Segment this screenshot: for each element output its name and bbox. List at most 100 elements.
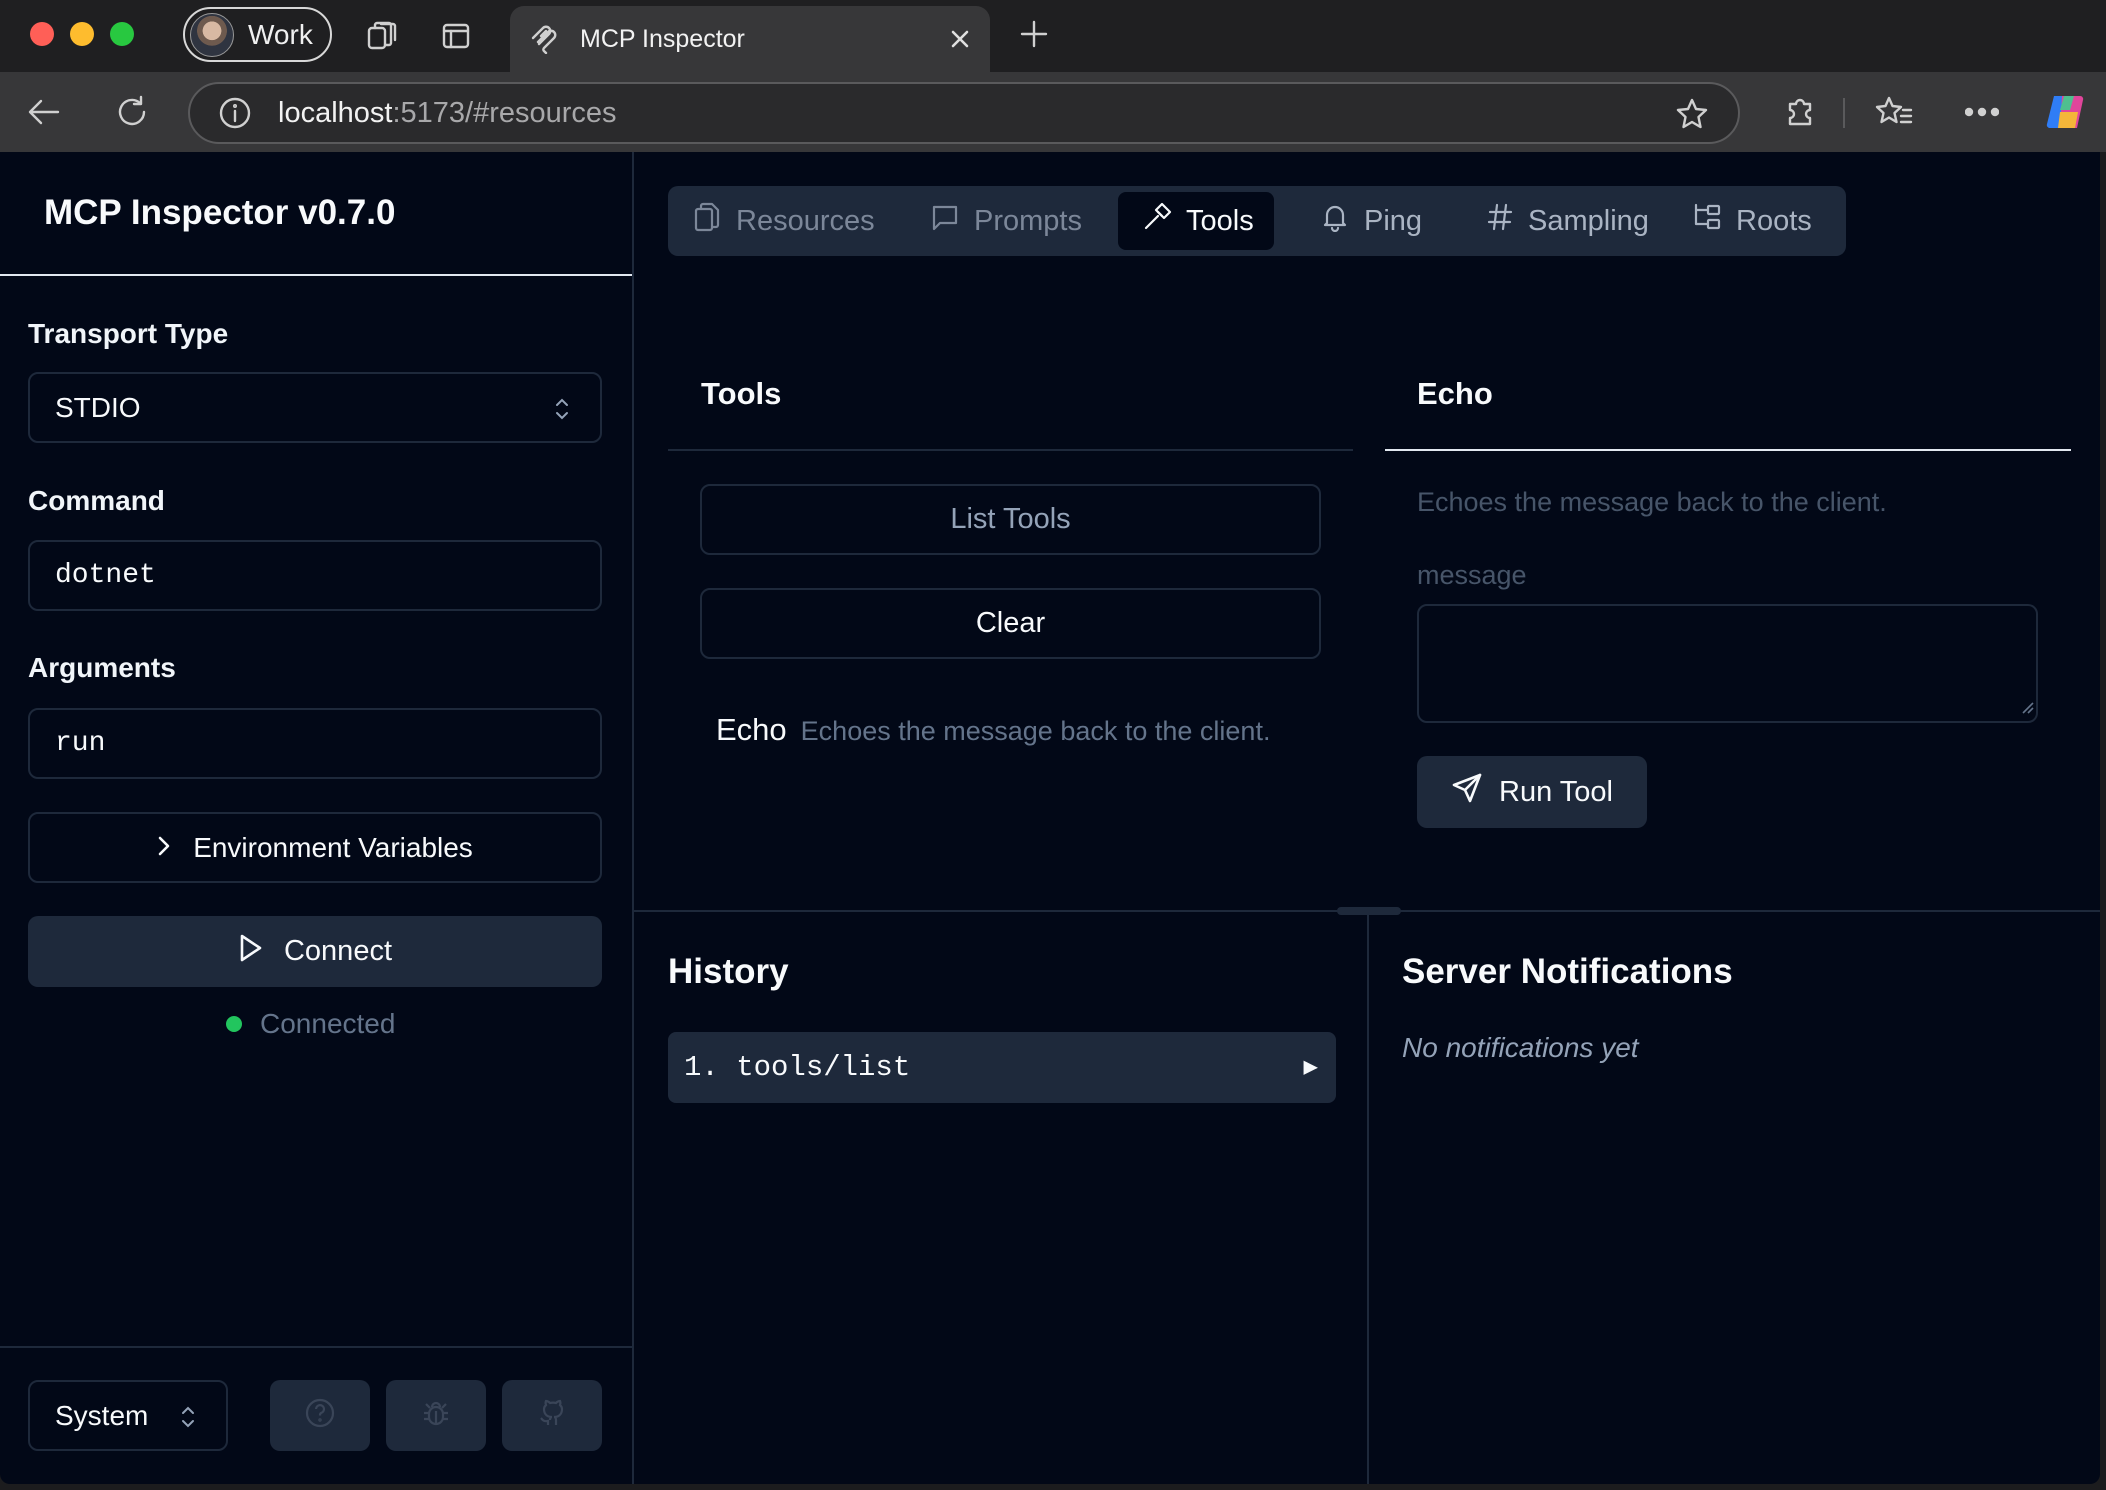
tab-label: Roots: [1736, 204, 1812, 237]
command-value: dotnet: [55, 560, 156, 591]
toolbar-divider: [1843, 98, 1845, 128]
profile-label: Work: [248, 18, 313, 50]
history-title: History: [668, 952, 789, 991]
inspector-app: MCP Inspector v0.7.0 Transport Type STDI…: [0, 152, 2100, 1484]
history-item-label: 1. tools/list: [684, 1051, 911, 1084]
favorite-star-icon[interactable]: [1674, 96, 1710, 132]
tab-prompts[interactable]: Prompts: [906, 192, 1102, 250]
github-button[interactable]: [502, 1380, 602, 1451]
bell-icon: [1320, 202, 1350, 240]
workspaces-icon[interactable]: [362, 16, 402, 56]
transport-type-label: Transport Type: [28, 318, 229, 349]
tab-tools[interactable]: Tools: [1118, 192, 1274, 250]
tab-label: Prompts: [974, 204, 1082, 237]
theme-value: System: [55, 1399, 149, 1431]
status-dot: [226, 1016, 242, 1032]
command-input[interactable]: dotnet: [28, 540, 602, 611]
tab-label: Tools: [1186, 204, 1254, 237]
tool-name: Echo: [716, 712, 787, 747]
browser-toolbar: localhost:5173/#resources: [0, 72, 2106, 152]
empty-notifications-text: No notifications yet: [1402, 1032, 1639, 1063]
help-circle-icon: [304, 1397, 336, 1434]
panel-resize-handle[interactable]: [1337, 907, 1401, 915]
tool-description: Echoes the message back to the client.: [1417, 487, 1887, 517]
sidebar: MCP Inspector v0.7.0 Transport Type STDI…: [0, 152, 634, 1484]
main-tabs: Resources Prompts Tools Ping Sampling Ro…: [668, 186, 1846, 256]
send-icon: [1451, 772, 1483, 812]
site-info-icon[interactable]: [218, 96, 252, 130]
transport-type-select[interactable]: STDIO: [28, 372, 602, 443]
transport-type-value: STDIO: [55, 391, 141, 423]
close-tab-icon[interactable]: [944, 23, 976, 55]
connect-label: Connect: [283, 935, 392, 967]
tools-panel-title: Tools: [701, 376, 782, 411]
list-tools-label: List Tools: [950, 503, 1071, 535]
chevrons-up-down-icon: [554, 396, 570, 429]
hash-icon: [1486, 202, 1514, 240]
history-row[interactable]: 1. tools/list ▶: [668, 1032, 1336, 1103]
app-title: MCP Inspector v0.7.0: [44, 193, 396, 232]
server-notifications-title: Server Notifications: [1402, 952, 1733, 991]
address-bar[interactable]: localhost:5173/#resources: [188, 82, 1740, 144]
hammer-icon: [1142, 202, 1172, 240]
github-icon: [536, 1397, 568, 1434]
favorites-icon[interactable]: [1872, 90, 1916, 134]
expand-arrow-icon[interactable]: ▶: [1304, 1052, 1318, 1082]
play-icon: [238, 933, 264, 971]
help-button[interactable]: [270, 1380, 370, 1451]
list-item[interactable]: Echo Echoes the message back to the clie…: [716, 712, 1270, 748]
echo-panel-title: Echo: [1417, 376, 1493, 411]
arguments-value: run: [55, 728, 106, 759]
tab-actions-icon[interactable]: [436, 16, 476, 56]
arguments-label: Arguments: [28, 652, 176, 683]
sidebar-footer-divider: [0, 1346, 634, 1348]
message-label: message: [1417, 560, 1527, 590]
maximize-window-button[interactable]: [110, 22, 134, 46]
environment-variables-toggle[interactable]: Environment Variables: [28, 812, 602, 883]
run-tool-label: Run Tool: [1499, 775, 1613, 808]
debug-button[interactable]: [386, 1380, 486, 1451]
tab-label: Sampling: [1528, 204, 1649, 237]
back-arrow-icon[interactable]: [22, 92, 66, 132]
reload-icon[interactable]: [110, 90, 154, 134]
tab-resources[interactable]: Resources: [668, 192, 895, 250]
command-label: Command: [28, 485, 165, 516]
sidebar-header: MCP Inspector v0.7.0: [0, 152, 632, 276]
message-square-icon: [930, 202, 960, 240]
chevrons-up-down-icon: [180, 1404, 196, 1437]
url-text: localhost:5173/#resources: [278, 96, 617, 129]
echo-panel-divider: [1385, 449, 2071, 451]
clear-button[interactable]: Clear: [700, 588, 1321, 659]
minimize-window-button[interactable]: [70, 22, 94, 46]
tools-panel-divider: [668, 449, 1353, 451]
tab-label: Resources: [736, 204, 875, 237]
connect-button[interactable]: Connect: [28, 916, 602, 987]
resize-grip-icon[interactable]: [2018, 698, 2034, 719]
tab-label: Ping: [1364, 204, 1423, 237]
theme-select[interactable]: System: [28, 1380, 228, 1451]
tab-roots[interactable]: Roots: [1668, 192, 1832, 250]
tab-title: MCP Inspector: [580, 24, 745, 53]
tab-ping[interactable]: Ping: [1296, 192, 1442, 250]
new-tab-icon[interactable]: [1014, 14, 1054, 54]
close-window-button[interactable]: [30, 22, 54, 46]
more-menu-icon[interactable]: [1960, 90, 2004, 134]
run-tool-button[interactable]: Run Tool: [1417, 756, 1647, 828]
tab-sampling[interactable]: Sampling: [1462, 192, 1669, 250]
chevron-right-icon: [157, 832, 171, 864]
folder-tree-icon: [1692, 202, 1722, 240]
arguments-input[interactable]: run: [28, 708, 602, 779]
copilot-icon[interactable]: [2042, 88, 2090, 136]
profile-button[interactable]: Work: [183, 7, 332, 62]
message-textarea[interactable]: [1417, 604, 2038, 723]
browser-tab-active[interactable]: MCP Inspector: [510, 6, 990, 72]
clear-label: Clear: [975, 607, 1046, 639]
files-icon: [692, 201, 722, 241]
browser-tab-bar: Work MCP Inspector: [0, 0, 2106, 72]
bug-icon: [420, 1397, 452, 1434]
avatar: [190, 12, 234, 57]
mcp-logo-icon: [526, 21, 562, 57]
list-tools-button[interactable]: List Tools: [700, 484, 1321, 555]
connection-status: Connected: [226, 1008, 395, 1040]
extensions-puzzle-icon[interactable]: [1778, 90, 1822, 134]
